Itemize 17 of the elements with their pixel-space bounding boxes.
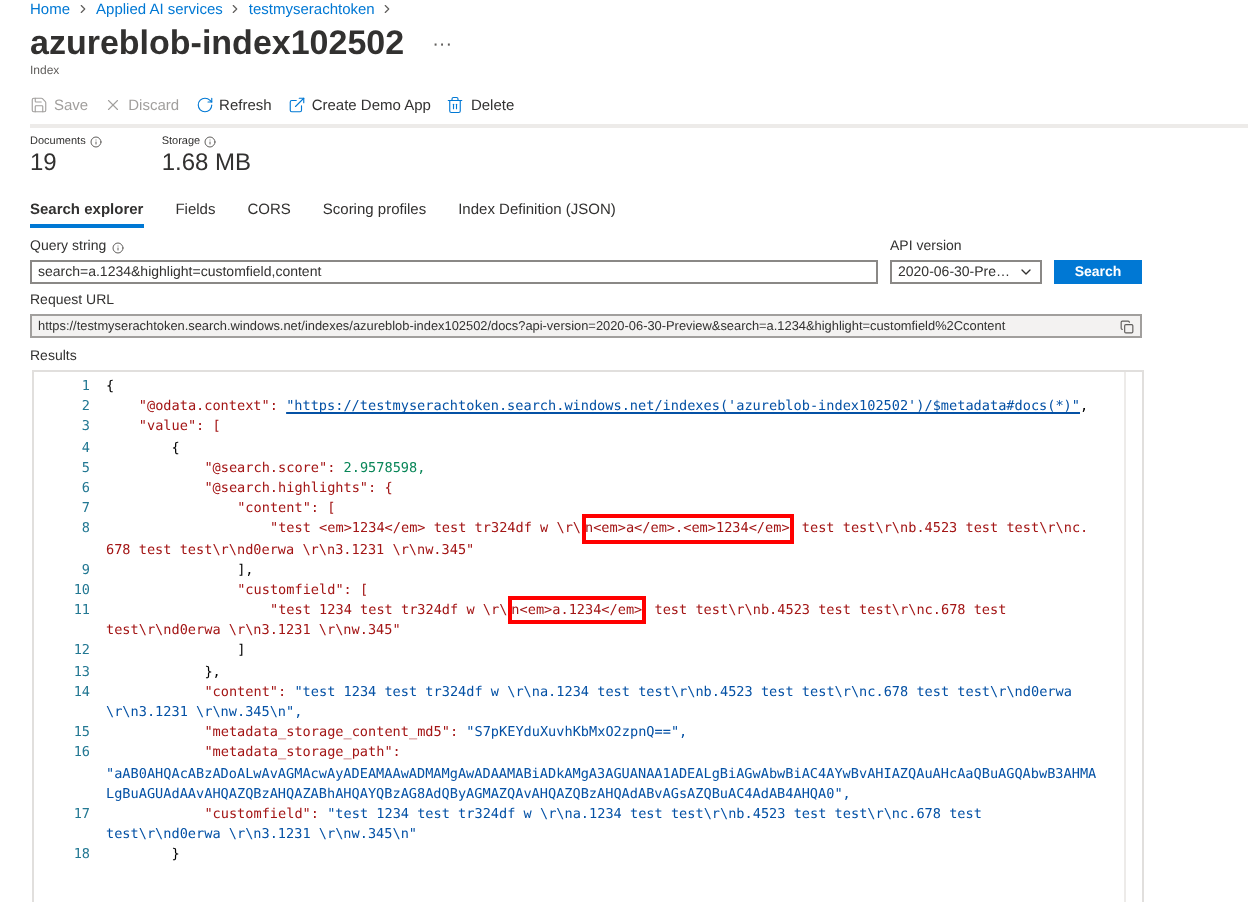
external-link-icon (287, 95, 306, 113)
chevron-icon (1018, 264, 1034, 280)
stat-value: 1.68 MB (161, 148, 252, 176)
save-icon (30, 95, 48, 113)
chevron-icon (380, 2, 395, 16)
copy-icon[interactable] (1120, 319, 1134, 333)
close-icon (104, 95, 123, 113)
page-title: azureblob-index102502 (30, 24, 405, 64)
info-icon (89, 136, 102, 148)
chevron-icon (76, 2, 91, 16)
trash-icon (446, 95, 465, 113)
more-button[interactable]: ··· (432, 33, 453, 55)
info-icon (204, 136, 217, 148)
chevron-icon (228, 2, 243, 16)
refresh-icon (195, 95, 214, 113)
info-icon (112, 241, 125, 253)
stat-value: 19 (30, 148, 59, 176)
